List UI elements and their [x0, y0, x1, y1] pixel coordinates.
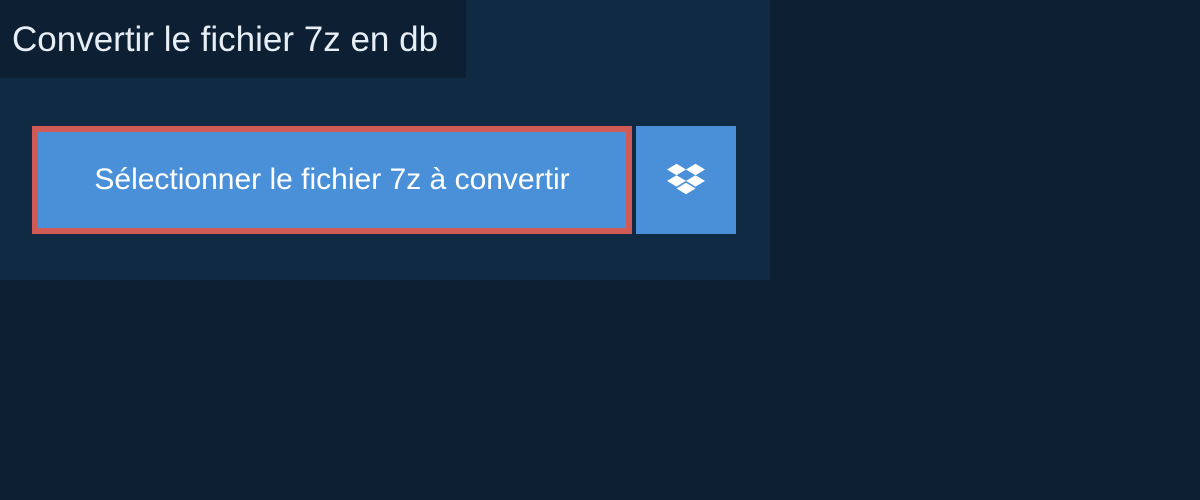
dropbox-button[interactable]	[636, 126, 736, 234]
title-block: Convertir le fichier 7z en db	[0, 0, 466, 78]
select-file-button[interactable]: Sélectionner le fichier 7z à convertir	[32, 126, 632, 234]
select-file-button-label: Sélectionner le fichier 7z à convertir	[94, 163, 569, 197]
dropbox-icon	[667, 160, 705, 201]
page-title: Convertir le fichier 7z en db	[12, 20, 438, 60]
converter-panel: Convertir le fichier 7z en db Sélectionn…	[0, 0, 770, 280]
button-row: Sélectionner le fichier 7z à convertir	[32, 126, 770, 234]
